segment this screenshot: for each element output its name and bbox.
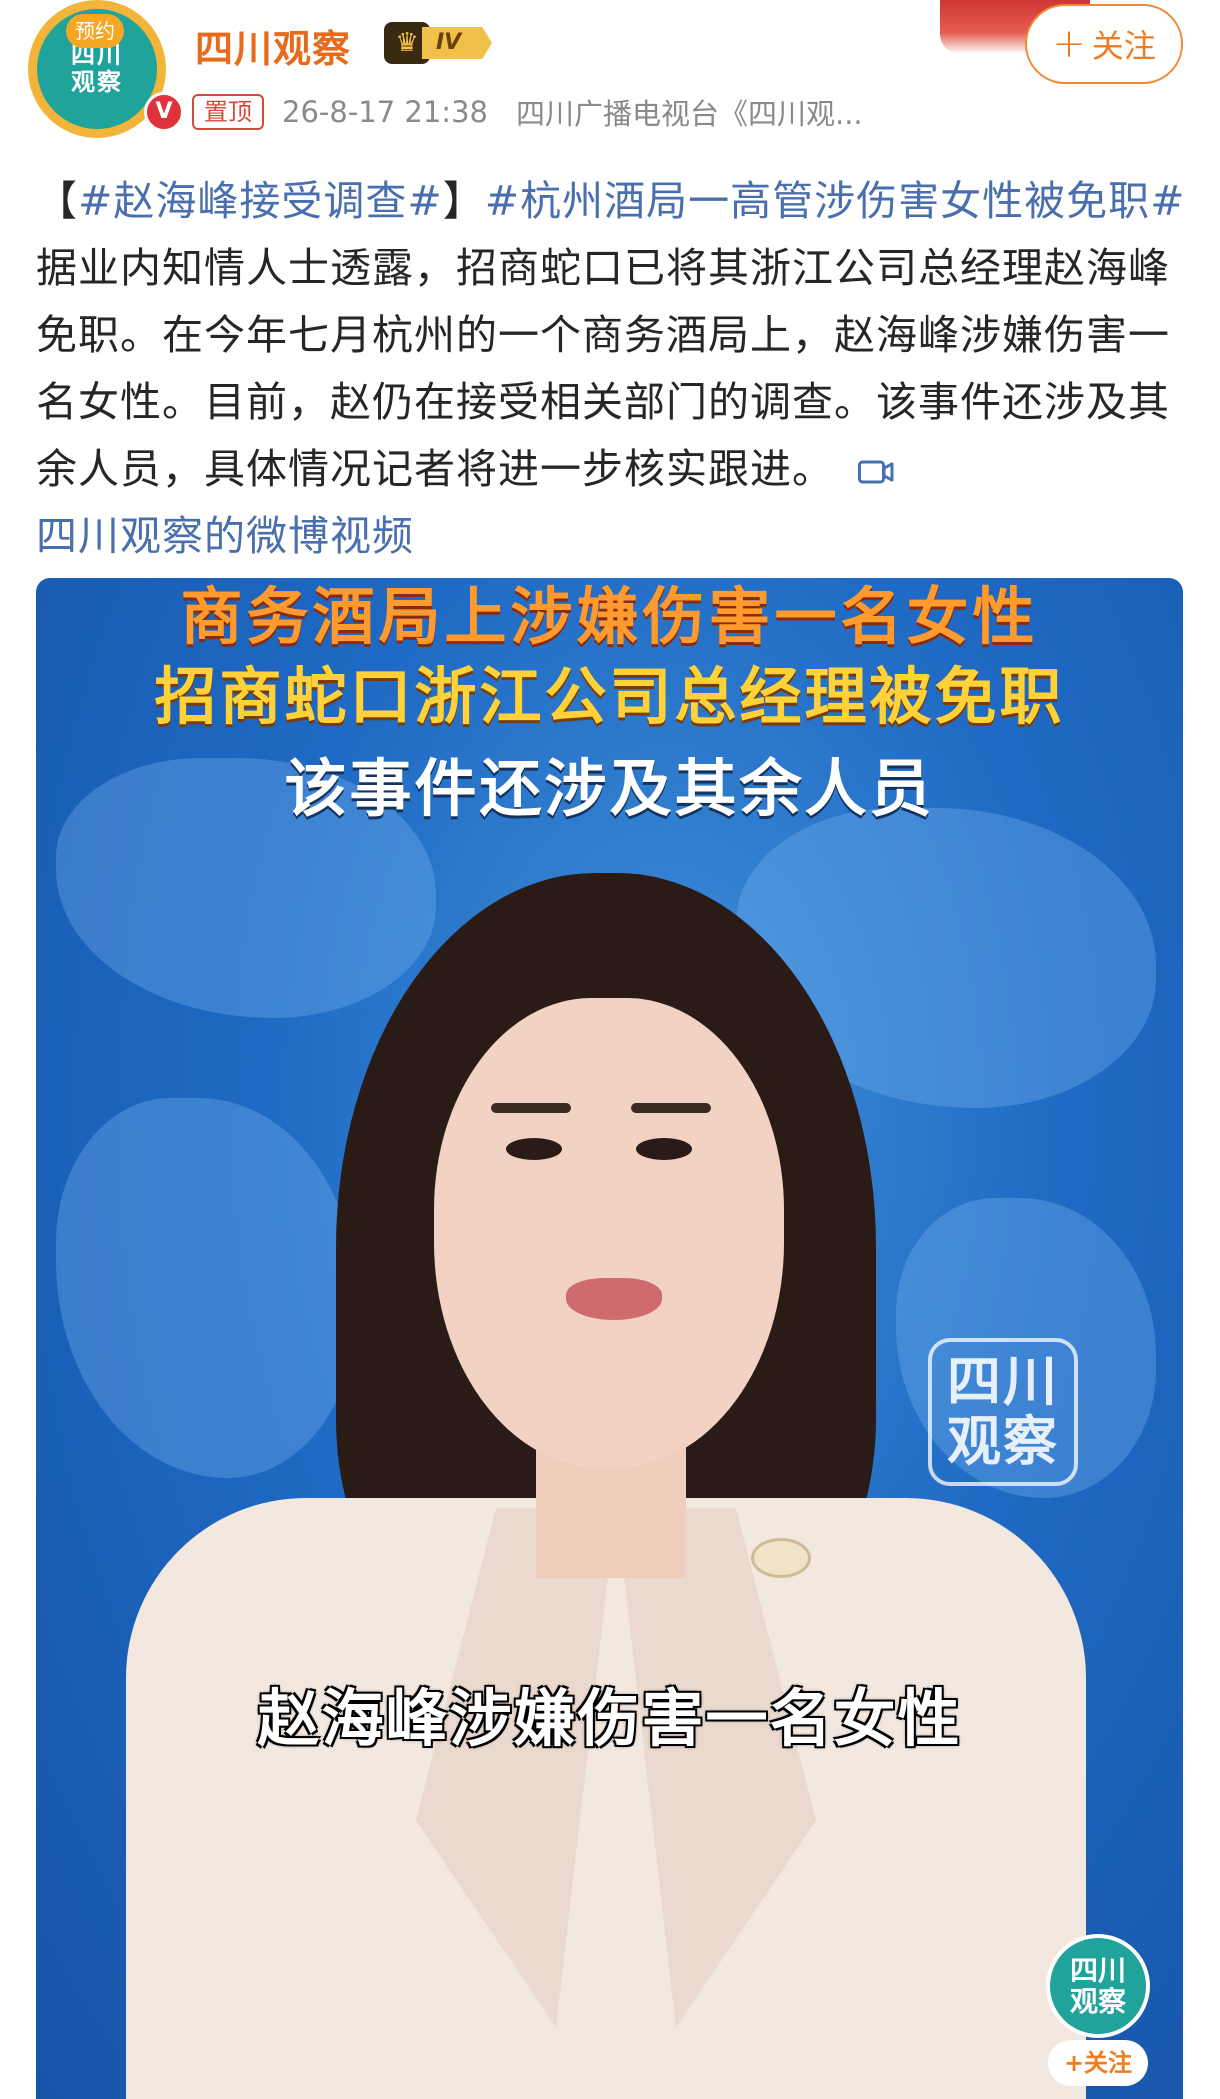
avatar-reserve-tag: 预约 (66, 14, 124, 48)
post-body: 【#赵海峰接受调查#】#杭州酒局一高管涉伤害女性被免职# 据业内知情人士透露，招商… (36, 168, 1186, 570)
mini-follow-button[interactable]: +关注 (1048, 2040, 1148, 2086)
pin-badge: 置顶 (192, 94, 264, 130)
channel-watermark: 四川 观察 (928, 1338, 1078, 1486)
anchor-eye (506, 1138, 562, 1160)
watermark-line1: 四川 (947, 1350, 1059, 1413)
hashtag-link[interactable]: #赵海峰接受调查# (78, 177, 443, 225)
anchor-face (434, 998, 784, 1468)
level-text: IV (422, 27, 492, 59)
anchor-brow (491, 1103, 571, 1113)
video-player[interactable]: 商务酒局上涉嫌伤害一名女性 招商蛇口浙江公司总经理被免职 该事件还涉及其余人员 … (36, 578, 1183, 2099)
anchor-eye (636, 1138, 692, 1160)
plus-icon: + (1052, 21, 1086, 67)
hashtag-link[interactable]: #杭州酒局一高管涉伤害女性被免职# (485, 177, 1186, 225)
follow-label: 关注 (1091, 27, 1156, 65)
bracket-open: 【 (36, 177, 78, 225)
anchor-brooch (751, 1538, 811, 1578)
anchor-brow (631, 1103, 711, 1113)
verified-icon: V (144, 92, 184, 132)
follow-button[interactable]: + 关注 (1025, 4, 1183, 84)
video-link[interactable]: 四川观察的微博视频 (36, 512, 414, 560)
anchor-lips (566, 1278, 662, 1320)
bracket-close: 】 (442, 177, 485, 225)
channel-mini-logo[interactable]: 四川 观察 (1046, 1934, 1150, 2038)
video-icon (858, 460, 894, 484)
post-time: 26-8-17 21:38 (282, 95, 488, 129)
video-subtitle: 赵海峰涉嫌伤害一名女性 (257, 1682, 962, 1755)
mini-logo-line1: 四川 (1069, 1954, 1126, 1987)
post-source[interactable]: 四川广播电视台《四川观... (516, 91, 863, 133)
level-badge[interactable]: ♛ IV (384, 22, 500, 64)
watermark-line2: 观察 (947, 1410, 1059, 1473)
video-caption-2: 招商蛇口浙江公司总经理被免职 (154, 660, 1065, 733)
map-shape (56, 1098, 356, 1478)
avatar[interactable]: 四川 观察 预约 V (28, 0, 184, 138)
avatar-text-line2: 观察 (71, 68, 123, 96)
post-text: 据业内知情人士透露，招商蛇口已将其浙江公司总经理赵海峰免职。在今年七月杭州的一个… (36, 244, 1170, 493)
video-caption-1: 商务酒局上涉嫌伤害一名女性 (180, 580, 1039, 653)
username[interactable]: 四川观察 (195, 18, 351, 73)
mini-logo-line2: 观察 (1069, 1985, 1126, 2018)
post-meta: 置顶 26-8-17 21:38 四川广播电视台《四川观... (192, 92, 863, 132)
video-caption-3: 该事件还涉及其余人员 (284, 752, 935, 825)
weibo-post-page: 四川 观察 预约 V 四川观察 ♛ IV 置顶 26-8-17 21:38 四川… (0, 0, 1220, 2099)
